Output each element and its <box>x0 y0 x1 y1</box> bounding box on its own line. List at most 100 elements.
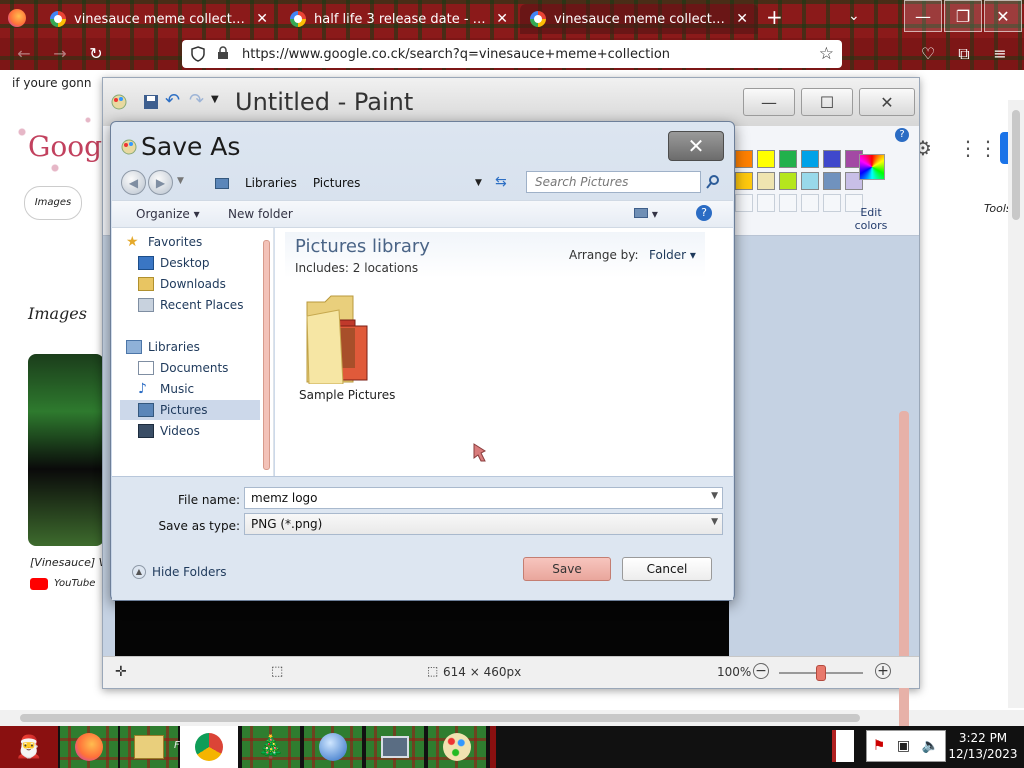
zoom-slider-thumb[interactable] <box>816 665 826 681</box>
forward-icon[interactable]: ▶ <box>148 170 173 195</box>
hide-folders-toggle[interactable]: ▲ Hide Folders <box>132 565 227 579</box>
edit-colors-icon[interactable] <box>859 154 885 180</box>
color-swatch[interactable] <box>801 150 819 168</box>
tab-3-active[interactable]: vinesauce meme collection - Goo ✕ <box>520 4 758 34</box>
lock-icon[interactable] <box>216 46 230 60</box>
empty-color-swatch[interactable] <box>779 194 797 212</box>
close-tab-icon[interactable]: ✕ <box>256 11 268 27</box>
page-vertical-scrollbar[interactable] <box>1008 100 1024 708</box>
zoom-in-icon[interactable]: + <box>875 663 891 679</box>
empty-color-swatch[interactable] <box>735 194 753 212</box>
color-swatch[interactable] <box>823 150 841 168</box>
dialog-close-icon[interactable]: ✕ <box>668 131 724 161</box>
close-tab-icon[interactable]: ✕ <box>736 11 748 27</box>
help-icon[interactable]: ? <box>895 128 909 142</box>
redo-icon[interactable]: ↷ <box>189 90 205 111</box>
nav-documents[interactable]: Documents <box>138 358 228 378</box>
extensions-icon[interactable]: ⧉ <box>954 44 974 64</box>
file-name-input[interactable]: memz logo ▼ <box>244 487 723 509</box>
nav-libraries[interactable]: Libraries <box>126 337 200 357</box>
library-includes[interactable]: Includes: 2 locations <box>295 261 418 275</box>
edit-colors-label[interactable]: Edit colors <box>849 206 893 232</box>
nav-pictures-selected[interactable]: Pictures <box>120 400 260 420</box>
page-horizontal-scrollbar[interactable] <box>0 710 1024 726</box>
file-name-dropdown-icon[interactable]: ▼ <box>711 491 718 501</box>
search-icon[interactable] <box>705 174 721 190</box>
nav-recent-places[interactable]: Recent Places <box>138 295 243 315</box>
back-icon[interactable]: ◀ <box>121 170 146 195</box>
paint-minimize-icon[interactable]: — <box>743 88 795 116</box>
taskbar-chrome[interactable] <box>180 726 238 768</box>
paint-title-bar[interactable]: ↶ ↷ ▼ Untitled - Paint — ☐ ✕ <box>103 78 919 126</box>
paint-vertical-scrollbar[interactable] <box>899 411 909 756</box>
taskbar-firefox[interactable] <box>60 726 118 768</box>
empty-color-swatch[interactable] <box>757 194 775 212</box>
recent-locations-chevron-icon[interactable]: ▼ <box>177 176 184 186</box>
back-arrow-icon[interactable]: ← <box>14 44 34 64</box>
close-tab-icon[interactable]: ✕ <box>496 11 508 27</box>
close-window-icon[interactable]: ✕ <box>984 0 1022 32</box>
result-thumbnail[interactable] <box>28 354 104 546</box>
pocket-icon[interactable]: ♡ <box>918 44 938 64</box>
taskbar-app-screen[interactable] <box>366 726 424 768</box>
forward-arrow-icon[interactable]: → <box>50 44 70 64</box>
apps-grid-icon[interactable]: ⋮⋮ <box>958 136 998 160</box>
save-icon[interactable] <box>143 94 159 110</box>
refresh-icon[interactable]: ⇆ <box>495 174 507 190</box>
paint-canvas[interactable] <box>115 596 729 656</box>
zoom-out-icon[interactable]: − <box>753 663 769 679</box>
paint-close-icon[interactable]: ✕ <box>859 88 915 116</box>
taskbar-paint[interactable] <box>428 726 486 768</box>
tab-1[interactable]: vinesauce meme collection - Goo ✕ <box>40 4 278 34</box>
empty-color-swatch[interactable] <box>801 194 819 212</box>
taskbar-file-explorer[interactable]: Files <box>120 726 197 768</box>
cancel-button[interactable]: Cancel <box>622 557 712 581</box>
reload-icon[interactable]: ↻ <box>86 44 106 64</box>
help-icon[interactable]: ? <box>696 205 712 221</box>
volume-icon[interactable]: 🔈 <box>922 738 939 754</box>
shield-icon[interactable] <box>190 46 206 62</box>
color-swatch[interactable] <box>801 172 819 190</box>
nav-music[interactable]: ♪ Music <box>138 379 194 399</box>
start-button[interactable]: 🎅 <box>0 726 58 768</box>
nav-downloads[interactable]: Downloads <box>138 274 226 294</box>
quick-access-dropdown-icon[interactable]: ▼ <box>211 94 227 110</box>
nav-favorites[interactable]: ★ Favorites <box>126 232 202 252</box>
nav-pane-scrollbar[interactable] <box>263 240 270 470</box>
url-bar[interactable]: https://www.google.co.ck/search?q=vinesa… <box>182 40 842 68</box>
organize-menu[interactable]: Organize ▾ <box>136 207 200 221</box>
bookmark-star-icon[interactable]: ☆ <box>819 44 834 64</box>
sample-pictures-label[interactable]: Sample Pictures <box>299 388 395 402</box>
paint-maximize-icon[interactable]: ☐ <box>801 88 853 116</box>
breadcrumb-libraries[interactable]: Libraries <box>245 176 297 190</box>
menu-hamburger-icon[interactable]: ≡ <box>990 44 1010 64</box>
nav-desktop[interactable]: Desktop <box>138 253 210 273</box>
nav-videos[interactable]: Videos <box>138 421 200 441</box>
empty-color-swatch[interactable] <box>823 194 841 212</box>
save-as-type-select[interactable]: PNG (*.png) ▼ <box>244 513 723 535</box>
taskbar-clock[interactable]: 3:22 PM 12/13/2023 <box>946 730 1020 762</box>
address-dropdown-icon[interactable]: ▼ <box>475 178 482 188</box>
color-swatch[interactable] <box>735 150 753 168</box>
save-button[interactable]: Save <box>523 557 611 581</box>
taskbar-tree-app[interactable]: 🎄 <box>242 726 300 768</box>
paint-app-icon[interactable] <box>111 94 127 110</box>
security-flag-icon[interactable]: ⚑ <box>873 738 886 754</box>
tab-list-chevron-icon[interactable]: ⌄ <box>848 8 860 24</box>
new-tab-button[interactable]: + <box>766 5 783 29</box>
images-filter-chip[interactable]: Images <box>24 186 82 220</box>
undo-icon[interactable]: ↶ <box>165 90 181 111</box>
new-folder-button[interactable]: New folder <box>228 207 293 221</box>
taskbar-app-blue[interactable] <box>304 726 362 768</box>
tab-2[interactable]: half life 3 release date - Google Se ✕ <box>280 4 518 34</box>
color-swatch[interactable] <box>779 150 797 168</box>
breadcrumb-pictures[interactable]: Pictures <box>313 176 361 190</box>
arrange-by-dropdown[interactable]: Folder ▾ <box>649 248 696 262</box>
color-swatch[interactable] <box>823 172 841 190</box>
view-options-icon[interactable]: ▾ <box>634 207 658 221</box>
color-swatch[interactable] <box>779 172 797 190</box>
show-hidden-tray[interactable] <box>832 730 854 762</box>
sample-pictures-folder-icon[interactable] <box>303 292 373 384</box>
firefox-menu-icon[interactable] <box>8 9 26 27</box>
search-pictures-input[interactable]: Search Pictures <box>526 171 701 193</box>
